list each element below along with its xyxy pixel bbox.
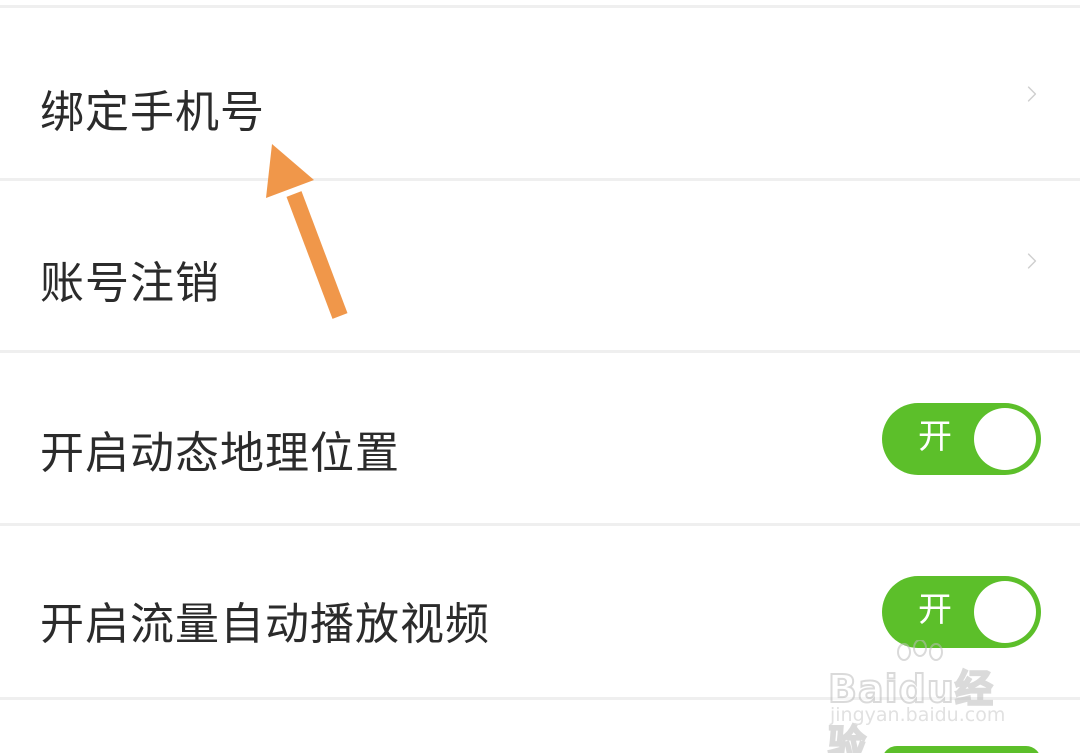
baidu-jingyan-watermark: Baidu经验 jingyan.baidu.com <box>827 640 1028 753</box>
dynamic-location-toggle[interactable]: 开 <box>882 403 1041 475</box>
toggle-knob <box>974 408 1036 470</box>
settings-page: 绑定手机号 账号注销 开启动态地理位置 开 开启流量自动播放视频 开 Baidu… <box>0 0 1080 753</box>
settings-item-account-cancel[interactable]: 账号注销 <box>0 181 1080 351</box>
autoplay-video-toggle[interactable]: 开 <box>882 576 1041 648</box>
settings-item-label: 绑定手机号 <box>40 87 265 138</box>
settings-item-label: 开启动态地理位置 <box>40 428 400 479</box>
chevron-right-icon <box>1027 86 1037 102</box>
settings-item-label: 账号注销 <box>40 258 220 309</box>
toggle-knob <box>974 581 1036 643</box>
watermark-url: jingyan.baidu.com <box>830 704 1006 726</box>
toggle-on-text: 开 <box>918 590 952 630</box>
settings-item-dynamic-location: 开启动态地理位置 开 <box>0 353 1080 524</box>
toggle-on-text: 开 <box>918 417 952 457</box>
settings-item-bind-phone[interactable]: 绑定手机号 <box>0 8 1080 179</box>
settings-item-label: 开启流量自动播放视频 <box>40 599 490 650</box>
chevron-right-icon <box>1027 253 1037 269</box>
